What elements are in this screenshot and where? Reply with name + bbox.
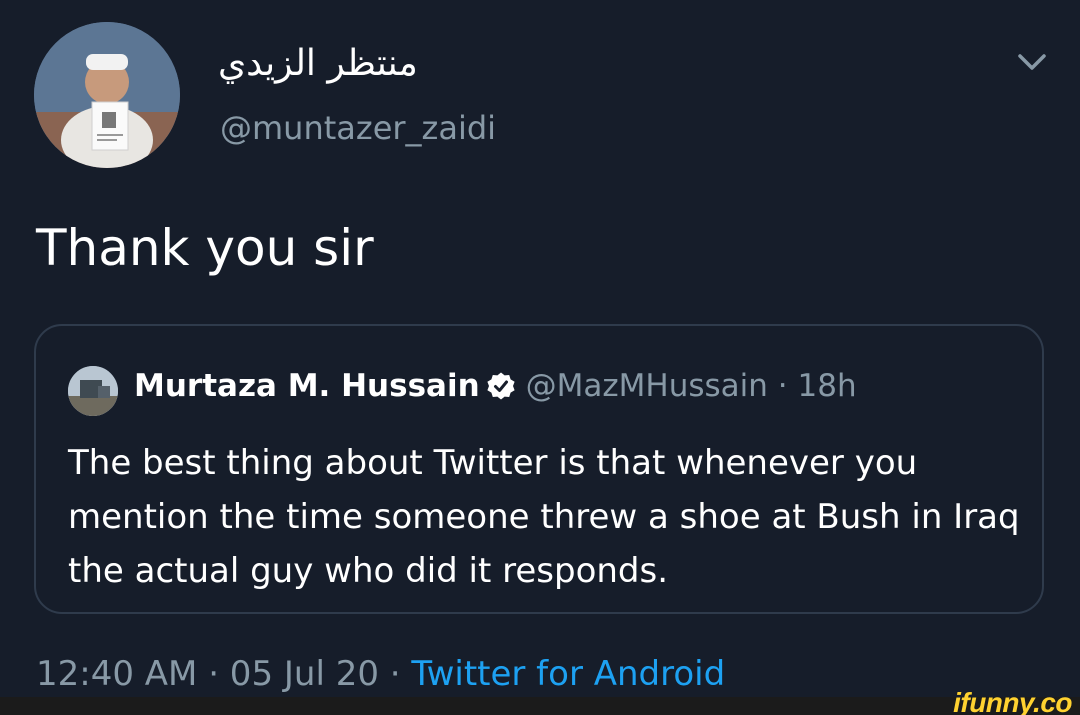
separator-dot: · — [389, 654, 401, 694]
avatar-photo — [34, 22, 180, 168]
quoted-tweet-header: Murtaza M. Hussain @MazMHussain · 18h — [134, 364, 857, 408]
author-avatar[interactable] — [34, 22, 180, 168]
author-display-name[interactable]: منتظر الزيدي — [218, 42, 418, 86]
separator-dot: · — [777, 368, 788, 404]
tweet-detail: منتظر الزيدي @muntazer_zaidi Thank you s… — [0, 0, 1080, 697]
tweet-source-link[interactable]: Twitter for Android — [411, 654, 725, 694]
quoted-tweet-time[interactable]: 18h — [798, 368, 857, 404]
chevron-down-icon[interactable] — [1012, 44, 1052, 80]
ifunny-watermark: ifunny.co — [953, 687, 1072, 715]
quoted-tweet-text: The best thing about Twitter is that whe… — [68, 443, 1020, 591]
watermark-bar — [0, 697, 1080, 715]
author-handle[interactable]: @muntazer_zaidi — [220, 106, 496, 150]
quoted-author-handle[interactable]: @MazMHussain — [526, 368, 768, 404]
verified-badge-icon — [486, 371, 516, 401]
tweet-text: Thank you sir — [36, 219, 374, 277]
quoted-author-name[interactable]: Murtaza M. Hussain — [134, 368, 480, 404]
quoted-tweet[interactable]: Murtaza M. Hussain @MazMHussain · 18h The… — [34, 324, 1044, 614]
tweet-timestamp[interactable]: 12:40 AM · 05 Jul 20 — [36, 654, 379, 694]
quoted-author-avatar[interactable] — [68, 366, 118, 416]
tweet-meta: 12:40 AM · 05 Jul 20 · Twitter for Andro… — [36, 650, 725, 698]
